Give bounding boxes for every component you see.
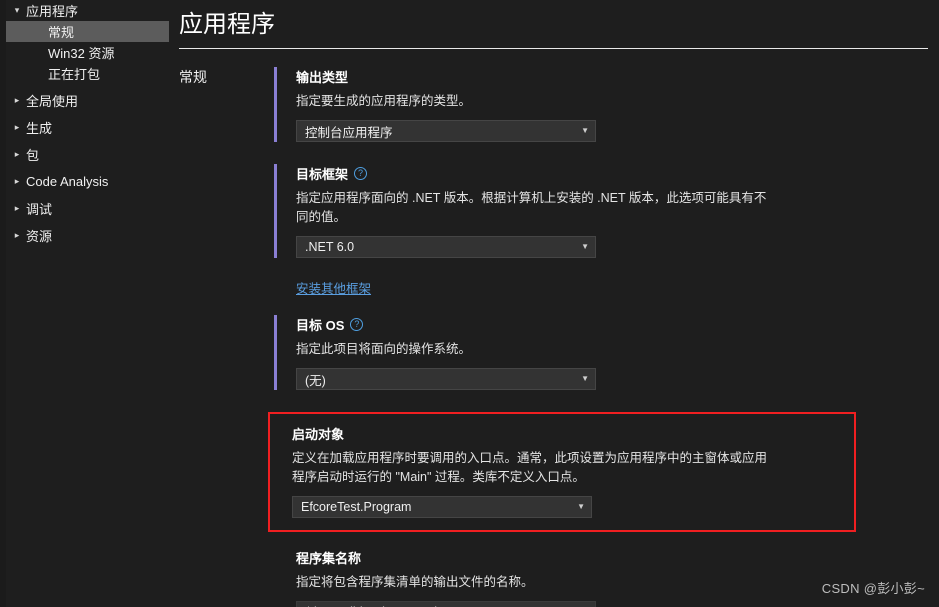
sidebar-node-resources[interactable]: 资源 [6,225,169,246]
sidebar-node-packaging[interactable]: 正在打包 [6,63,169,84]
settings-tree: 应用程序常规 Win32 资源正在打包全局使用生成包 Code Analysis 调试… [6,0,197,246]
setting-description: 定义在加载应用程序时要调用的入口点。通常，此项设置为应用程序中的主窗体或应用程序… [292,451,768,484]
accent-bar [274,315,277,390]
chevron-right-icon[interactable] [10,123,24,132]
target-os-dropdown[interactable]: (无) ▼ [296,368,596,390]
setting-title-text: 输出类型 [296,70,349,85]
output-type-value: 控制台应用程序 [305,125,393,140]
chevron-down-icon: ▼ [581,374,589,383]
chevron-right-icon[interactable] [10,204,24,213]
sidebar-node-package[interactable]: 包 [6,144,169,165]
target-os-value: (无) [305,373,326,388]
sidebar-node-win32-resources[interactable]: Win32 资源 [6,42,169,63]
sidebar-node-code-analysis[interactable]: Code Analysis [6,171,169,192]
startup-object-dropdown[interactable]: EfcoreTest.Program ▼ [292,496,592,518]
install-other-frameworks-link[interactable]: 安装其他框架 [296,278,371,297]
setting-title-text: 程序集名称 [296,551,362,566]
section-nav-label-general: 常规 [179,69,207,85]
startup-object-value: EfcoreTest.Program [301,500,412,514]
chevron-down-icon: ▼ [581,242,589,251]
sidebar-node-debug[interactable]: 调试 [6,198,169,219]
target-framework-dropdown[interactable]: .NET 6.0 ▼ [296,236,596,258]
setting-title: 程序集名称 [296,548,929,567]
sidebar-item-label: 常规 [48,25,75,40]
sidebar-item-label: 资源 [26,229,53,244]
chevron-down-icon: ▼ [581,126,589,135]
project-properties-window: 应用程序常规 Win32 资源正在打包全局使用生成包 Code Analysis 调试… [0,0,939,607]
body-area: 常规 输出类型 指定要生成的应用程序的类型。 控制台应用程序 ▼ 目标框架 ? … [169,49,939,607]
page-title: 应用程序 [179,11,275,38]
chevron-down-icon: ▼ [577,502,585,511]
help-icon[interactable]: ? [350,318,364,331]
target-framework-value: .NET 6.0 [305,240,355,254]
settings-column: 输出类型 指定要生成的应用程序的类型。 控制台应用程序 ▼ 目标框架 ? 指定应… [268,67,939,607]
sidebar-item-label: 调试 [26,202,53,217]
setting-description: 指定将包含程序集清单的输出文件的名称。 [296,575,534,589]
setting-target-framework: 目标框架 ? 指定应用程序面向的 .NET 版本。根据计算机上安装的 .NET … [274,164,929,258]
setting-description: 指定此项目将面向的操作系统。 [296,342,472,356]
setting-description: 指定应用程序面向的 .NET 版本。根据计算机上安装的 .NET 版本，此选项可… [296,191,767,224]
chevron-right-icon[interactable] [10,231,24,240]
help-icon[interactable]: ? [354,167,368,180]
chevron-right-icon[interactable] [10,177,24,186]
sidebar-node-application[interactable]: 应用程序 [6,0,169,21]
setting-title-text: 目标 OS [296,318,345,333]
setting-title: 目标框架 ? [296,164,929,183]
setting-output-type: 输出类型 指定要生成的应用程序的类型。 控制台应用程序 ▼ [274,67,929,142]
accent-bar [274,67,277,142]
setting-title: 输出类型 [296,67,929,86]
sidebar-item-label: 正在打包 [48,67,101,82]
setting-assembly-name: 程序集名称 指定将包含程序集清单的输出文件的名称。 $(MSBuildProje… [274,548,929,607]
setting-startup-object: 启动对象 定义在加载应用程序时要调用的入口点。通常，此项设置为应用程序中的主窗体… [268,412,856,532]
main-content: 应用程序 常规 输出类型 指定要生成的应用程序的类型。 控制台应用程序 ▼ 目标… [169,0,939,607]
sidebar-item-label: 包 [26,148,40,163]
sidebar-item-label: Win32 资源 [48,46,115,61]
sidebar-item-label: 全局使用 [26,94,79,109]
setting-target-os: 目标 OS ? 指定此项目将面向的操作系统。 (无) ▼ [274,315,929,390]
setting-title-text: 目标框架 [296,167,349,182]
sidebar-item-label: 生成 [26,121,53,136]
sidebar-item-label: Code Analysis [26,174,109,189]
sidebar-node-build[interactable]: 生成 [6,117,169,138]
setting-title-text: 启动对象 [292,427,345,442]
chevron-right-icon[interactable] [10,96,24,105]
accent-bar [274,164,277,258]
setting-description: 指定要生成的应用程序的类型。 [296,94,472,108]
sidebar-item-label: 应用程序 [26,4,79,19]
setting-title: 启动对象 [292,424,854,443]
sidebar-node-global-usings[interactable]: 全局使用 [6,90,169,111]
section-nav: 常规 [169,67,274,607]
setting-title: 目标 OS ? [296,315,929,334]
chevron-down-icon[interactable] [10,6,24,15]
settings-sidebar: 应用程序常规 Win32 资源正在打包全局使用生成包 Code Analysis 调试… [0,0,197,607]
output-type-dropdown[interactable]: 控制台应用程序 ▼ [296,120,596,142]
assembly-name-input[interactable]: $(MSBuildProjectName) [296,601,596,607]
chevron-right-icon[interactable] [10,150,24,159]
